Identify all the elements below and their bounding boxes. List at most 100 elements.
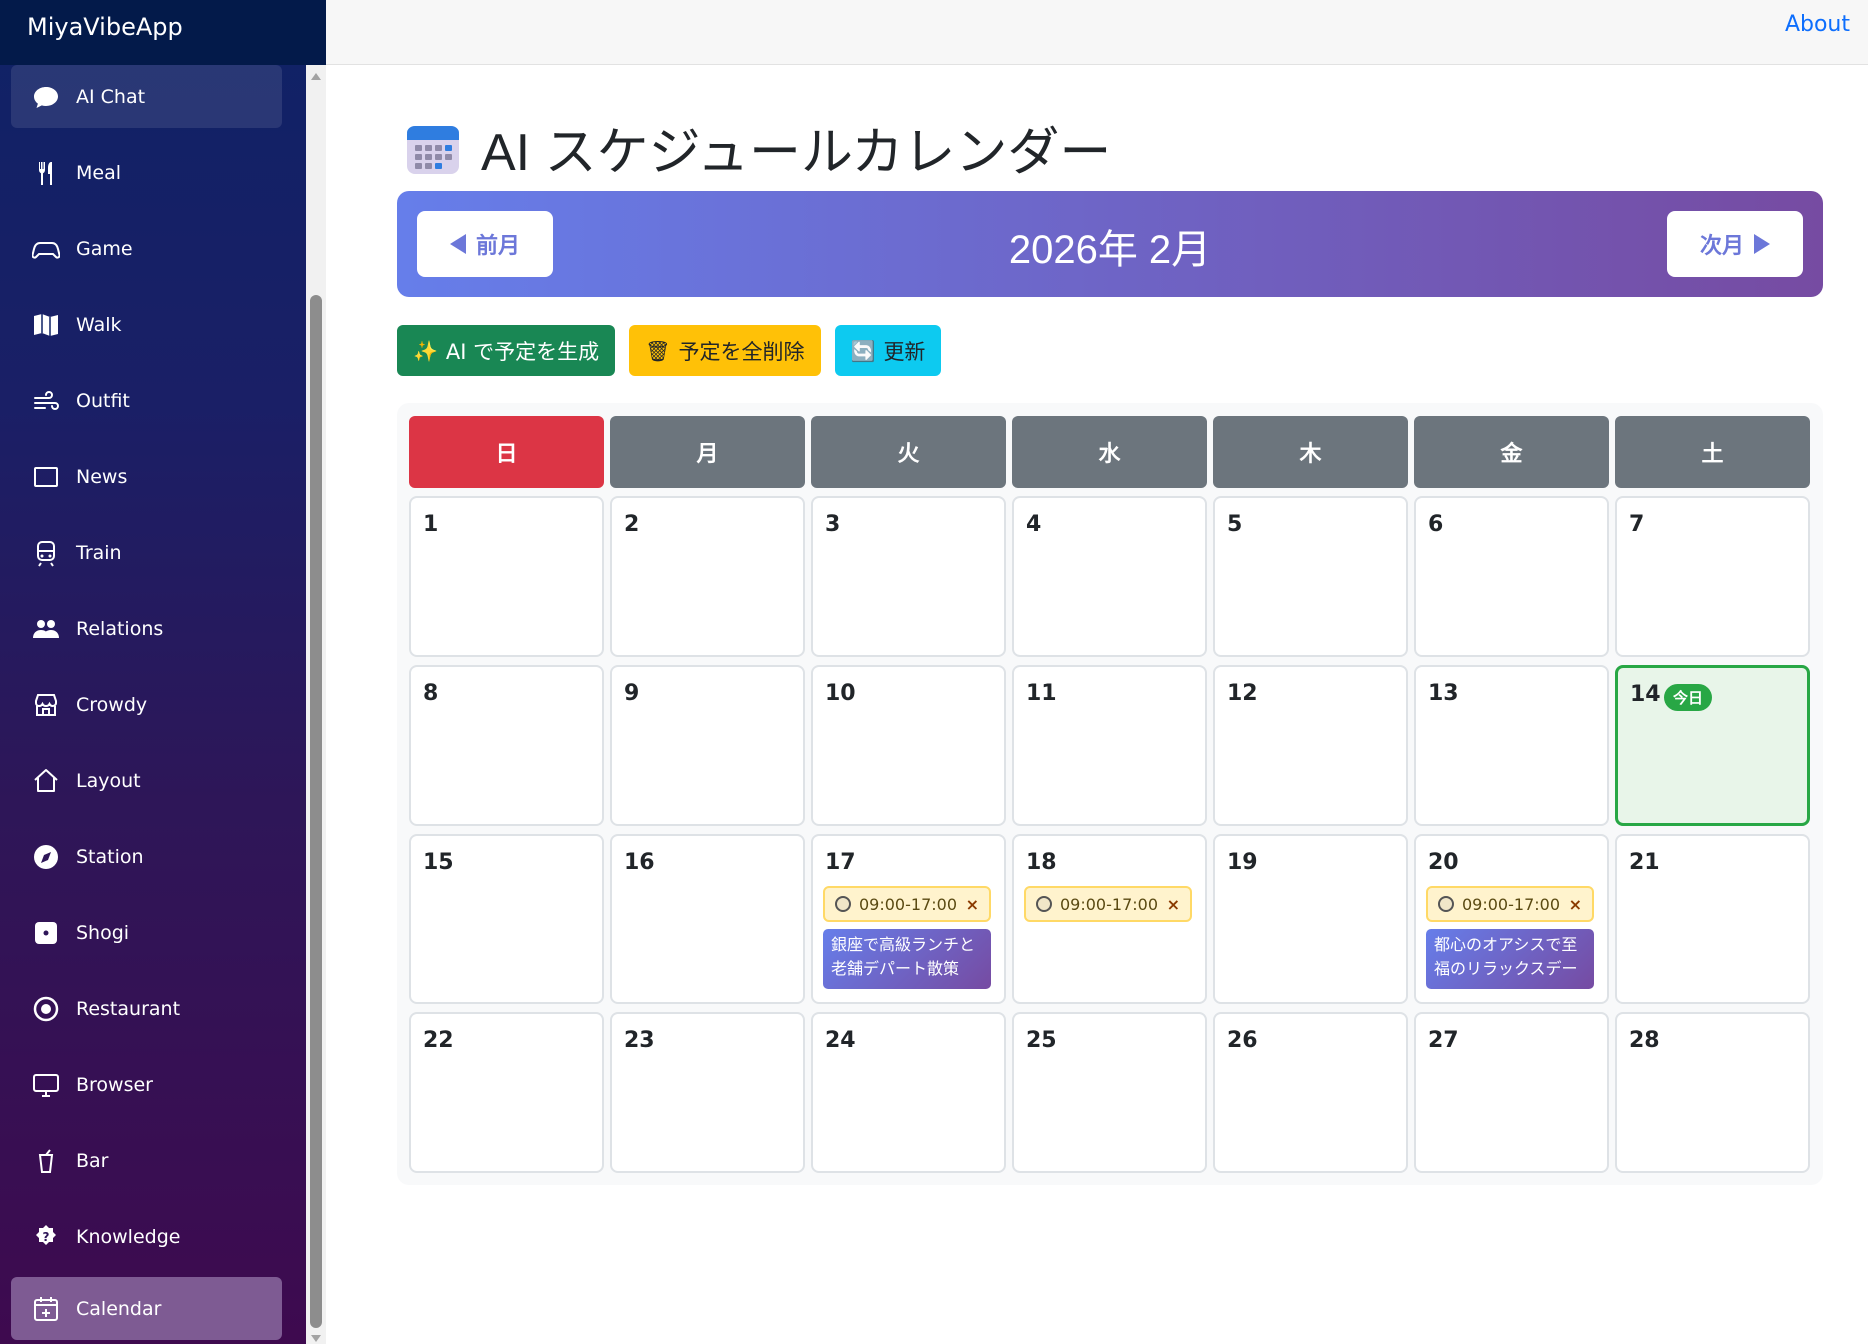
clock-icon xyxy=(1438,896,1454,912)
map-icon xyxy=(30,309,62,341)
sidebar-item-label: Outfit xyxy=(76,389,130,412)
day-number: 21 xyxy=(1629,850,1660,875)
sidebar-item-ai-chat[interactable]: AI Chat xyxy=(11,65,282,128)
sidebar-item-outfit[interactable]: Outfit xyxy=(11,369,282,432)
day-number: 13 xyxy=(1428,681,1459,706)
calendar-day-today[interactable]: 14 今日 xyxy=(1615,665,1810,826)
calendar-day[interactable]: 20 09:00-17:00 × 都心のオアシスで至福のリラックスデー xyxy=(1414,834,1609,1004)
sidebar-item-game[interactable]: Game xyxy=(11,217,282,280)
sidebar-item-station[interactable]: Station xyxy=(11,825,282,888)
app-brand[interactable]: MiyaVibeApp xyxy=(0,0,326,65)
sidebar-item-label: Browser xyxy=(76,1073,153,1096)
calendar-day[interactable]: 4 xyxy=(1012,496,1207,657)
calendar-day[interactable]: 18 09:00-17:00 × xyxy=(1012,834,1207,1004)
calendar-day[interactable]: 17 09:00-17:00 × 銀座で高級ランチと老舗デパート散策 xyxy=(811,834,1006,1004)
sidebar-item-crowdy[interactable]: Crowdy xyxy=(11,673,282,736)
event-title[interactable]: 都心のオアシスで至福のリラックスデー xyxy=(1426,929,1594,989)
calendar-day[interactable]: 6 xyxy=(1414,496,1609,657)
event-time-chip[interactable]: 09:00-17:00 × xyxy=(823,886,991,922)
sidebar-item-layout[interactable]: Layout xyxy=(11,749,282,812)
current-month-title: 2026年 2月 xyxy=(1008,228,1212,272)
sidebar-item-label: Walk xyxy=(76,313,122,336)
calendar-day[interactable]: 16 xyxy=(610,834,805,1004)
sidebar-item-calendar[interactable]: Calendar xyxy=(11,1277,282,1340)
day-number: 7 xyxy=(1629,512,1645,537)
refresh-button[interactable]: 🔄 更新 xyxy=(834,325,942,376)
day-number: 19 xyxy=(1227,850,1258,875)
calendar-day[interactable]: 21 xyxy=(1615,834,1810,1004)
triangle-right-icon xyxy=(1754,234,1770,254)
refresh-icon: 🔄 xyxy=(850,338,876,363)
sidebar-item-browser[interactable]: Browser xyxy=(11,1053,282,1116)
calendar-day[interactable]: 25 xyxy=(1012,1012,1207,1173)
calendar-day[interactable]: 7 xyxy=(1615,496,1810,657)
calendar-day[interactable]: 5 xyxy=(1213,496,1408,657)
sidebar-item-meal[interactable]: Meal xyxy=(11,141,282,204)
day-number: 6 xyxy=(1428,512,1444,537)
day-number: 24 xyxy=(825,1028,856,1053)
sidebar-item-label: News xyxy=(76,465,128,488)
svg-text:?: ? xyxy=(43,1230,50,1244)
calendar-day[interactable]: 3 xyxy=(811,496,1006,657)
people-icon xyxy=(30,613,62,645)
next-month-button[interactable]: 次月 xyxy=(1667,211,1803,277)
calendar-day[interactable]: 12 xyxy=(1213,665,1408,826)
calendar-day[interactable]: 26 xyxy=(1213,1012,1408,1173)
calendar-day[interactable]: 24 xyxy=(811,1012,1006,1173)
sidebar-item-knowledge[interactable]: ? Knowledge xyxy=(11,1205,282,1268)
event-time-chip[interactable]: 09:00-17:00 × xyxy=(1024,886,1192,922)
calendar-day[interactable]: 13 xyxy=(1414,665,1609,826)
month-navigation: 前月 2026年 2月 次月 xyxy=(397,191,1823,297)
sidebar-item-bar[interactable]: Bar xyxy=(11,1129,282,1192)
scroll-up-arrow-icon[interactable] xyxy=(311,73,321,80)
calendar-day[interactable]: 28 xyxy=(1615,1012,1810,1173)
day-number: 10 xyxy=(825,681,856,706)
calendar-day[interactable]: 9 xyxy=(610,665,805,826)
question-badge-icon: ? xyxy=(30,1221,62,1253)
scroll-down-arrow-icon[interactable] xyxy=(311,1335,321,1342)
sidebar-item-news[interactable]: News xyxy=(11,445,282,508)
calendar-grid: 日月火水木金土 1 2 3 4 5 6 7 8 9 10 11 12 13 14 今日 15 16 17 09:00-… xyxy=(397,403,1823,1185)
page-heading: AI スケジュールカレンダー xyxy=(405,110,1111,185)
sidebar-item-train[interactable]: Train xyxy=(11,521,282,584)
calendar-day[interactable]: 2 xyxy=(610,496,805,657)
shop-icon xyxy=(30,689,62,721)
calendar-day[interactable]: 19 xyxy=(1213,834,1408,1004)
sidebar-item-shogi[interactable]: Shogi xyxy=(11,901,282,964)
day-number: 11 xyxy=(1026,681,1057,706)
generate-ai-schedule-button[interactable]: ✨ AI で予定を生成 xyxy=(397,325,616,376)
calendar-day[interactable]: 15 xyxy=(409,834,604,1004)
event-time-chip[interactable]: 09:00-17:00 × xyxy=(1426,886,1594,922)
day-number: 8 xyxy=(423,681,439,706)
day-number: 26 xyxy=(1227,1028,1258,1053)
sidebar-item-label: Knowledge xyxy=(76,1225,181,1248)
sidebar-item-label: Train xyxy=(76,541,122,564)
sidebar: MiyaVibeApp AI Chat Meal Game Walk Outfit New… xyxy=(0,0,326,1344)
sidebar-scrollbar[interactable] xyxy=(306,65,326,1344)
remove-event-icon[interactable]: × xyxy=(1167,895,1180,914)
weekday-header: 火 xyxy=(811,416,1006,488)
calendar-day[interactable]: 11 xyxy=(1012,665,1207,826)
calendar-day[interactable]: 22 xyxy=(409,1012,604,1173)
sidebar-item-relations[interactable]: Relations xyxy=(11,597,282,660)
sidebar-item-restaurant[interactable]: Restaurant xyxy=(11,977,282,1040)
sidebar-item-walk[interactable]: Walk xyxy=(11,293,282,356)
event-time-text: 09:00-17:00 xyxy=(1060,894,1158,914)
sidebar-item-label: Relations xyxy=(76,617,164,640)
calendar-day[interactable]: 23 xyxy=(610,1012,805,1173)
calendar-day[interactable]: 27 xyxy=(1414,1012,1609,1173)
calendar-day[interactable]: 8 xyxy=(409,665,604,826)
event-time-text: 09:00-17:00 xyxy=(1462,894,1560,914)
day-number: 28 xyxy=(1629,1028,1660,1053)
day-number: 16 xyxy=(624,850,655,875)
delete-all-button[interactable]: 🗑 予定を全削除 xyxy=(629,325,821,376)
calendar-day[interactable]: 1 xyxy=(409,496,604,657)
event-title[interactable]: 銀座で高級ランチと老舗デパート散策 xyxy=(823,929,991,989)
remove-event-icon[interactable]: × xyxy=(966,895,979,914)
scrollbar-thumb[interactable] xyxy=(310,295,322,1328)
day-number: 20 xyxy=(1428,850,1459,875)
calendar-day[interactable]: 10 xyxy=(811,665,1006,826)
monitor-icon xyxy=(30,1069,62,1101)
remove-event-icon[interactable]: × xyxy=(1569,895,1582,914)
about-link[interactable]: About xyxy=(1785,12,1850,37)
